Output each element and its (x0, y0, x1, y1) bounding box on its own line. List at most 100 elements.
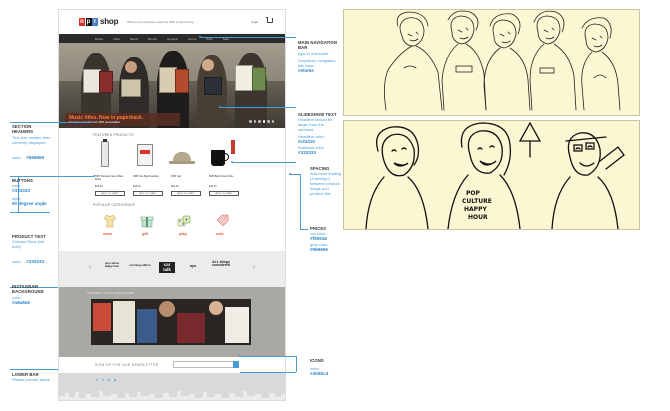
annotation-value: #a8a8a6 (12, 299, 30, 305)
slideshow-dot[interactable] (253, 120, 256, 123)
show-logo-npr[interactable]: npr (185, 264, 201, 268)
category-wear-label[interactable]: wear (103, 231, 112, 236)
annotation-prices: PRICES red color: #f90618 gray color: #9… (310, 226, 342, 253)
category-play-label[interactable]: play (179, 231, 187, 236)
product-price: $16.00 (133, 185, 141, 188)
category-gift-label[interactable]: gift (142, 231, 148, 236)
annotation-desc: Add more leading (Tracking?) between pro… (310, 171, 342, 197)
carousel-prev-icon[interactable]: ‹ (89, 265, 91, 271)
callout-line-icons-2 (240, 372, 296, 373)
callout-line-prices-top (290, 174, 300, 175)
annotation-desc: Dropdown navigation bar color: (298, 57, 336, 68)
category-play-icon[interactable] (177, 214, 191, 228)
product-price: $18.00 (95, 185, 103, 188)
slideshow-dot[interactable] (267, 120, 270, 123)
product-title[interactable]: NPR Tote Bag Reusable (133, 175, 167, 179)
callout-line-buttons (10, 176, 94, 177)
callout-line-section-headers (10, 122, 90, 123)
sketch-shirt-text: HAPPY (464, 206, 487, 213)
show-logo-all-things-considered[interactable]: ALL things considered (209, 260, 233, 268)
newsletter-signup: SIGN UP FOR OUR NEWSLETTER (59, 357, 285, 373)
city-skyline-illustration (59, 391, 285, 400)
annotation-desc: type in overscale (298, 50, 329, 56)
slideshow-dot[interactable] (271, 120, 274, 123)
show-logo-car-talk[interactable]: car talk (159, 262, 175, 273)
slideshow-dot-active[interactable] (262, 120, 265, 123)
sketch-shirt-text: POP (466, 190, 480, 197)
product-title[interactable]: NPR Cap (171, 175, 205, 179)
category-gift-icon[interactable] (140, 214, 154, 228)
callout-line-spacing (232, 162, 296, 163)
hero-slideshow[interactable]: Music titles. Now in paperback. Save fiv… (59, 43, 285, 128)
add-to-cart-button[interactable]: ADD TO CART (171, 191, 201, 196)
annotation-value: 90 degree angle (12, 200, 47, 206)
instagram-photo (177, 313, 205, 343)
annotation-title: SECTION HEADERS (12, 124, 34, 135)
callout-line-nav (200, 37, 296, 38)
hero-book (204, 77, 222, 95)
login-link[interactable]: Login (251, 20, 258, 24)
product-image-tote[interactable] (137, 144, 153, 166)
newsletter-submit-button[interactable] (233, 361, 239, 368)
annotation-value: #969696 (310, 246, 328, 252)
callout-line-product-text (10, 212, 50, 213)
instagram-photo (209, 301, 223, 315)
category-sale-label[interactable]: sale (216, 231, 224, 236)
npr-shop-logo[interactable]: n p r shop (79, 17, 119, 26)
annotation-icons: ICONS color: #4b9bc4 (310, 358, 340, 377)
annotation-value: #333333 (298, 149, 316, 155)
slideshow-dot[interactable] (249, 120, 252, 123)
carousel-next-icon[interactable]: › (253, 265, 255, 271)
add-to-cart-button[interactable]: ADD TO CART (209, 191, 239, 196)
twitter-icon[interactable]: t (101, 378, 105, 382)
sketch-panel-bottom: POP CULTURE HAPPY HOUR (343, 120, 640, 230)
show-logo-morning-edition[interactable]: morning edition (129, 264, 151, 267)
annotation-spacing: SPACING Add more leading (Tracking?) bet… (310, 166, 342, 196)
slideshow-dot[interactable] (258, 120, 261, 123)
site-header: n p r shop Where your purchase supports … (59, 10, 285, 34)
add-to-cart-button[interactable]: ADD TO CART (133, 191, 163, 196)
website-mockup: n p r shop Where your purchase supports … (58, 9, 286, 401)
popular-categories-heading: POPULAR CATEGORIES (93, 203, 136, 207)
callout-vline-icons (296, 356, 297, 372)
annotation-value: #333333 (12, 188, 30, 194)
nav-item-apparel[interactable]: Apparel (167, 37, 178, 41)
slideshow-headline: Music titles. Now in paperback. (69, 114, 144, 121)
hero-book (175, 69, 189, 93)
facebook-icon[interactable]: f (95, 378, 99, 382)
callout-line-slideshow (220, 107, 296, 108)
cart-icon[interactable] (266, 17, 273, 23)
product-image-mug[interactable] (211, 150, 225, 166)
pinterest-icon[interactable]: p (113, 378, 117, 382)
nav-item-home[interactable]: Home (188, 37, 196, 41)
bottle-cap (103, 139, 107, 142)
annotation-slideshow-text: SLIDESHOW TEXT Headline should be larger… (298, 112, 340, 156)
add-to-cart-button[interactable]: ADD TO CART (95, 191, 125, 196)
npr-shows-carousel: ‹ › pop culture happy hour morning editi… (59, 251, 285, 287)
product-title[interactable]: NPR Black Mug Coffee (209, 175, 243, 179)
people-sketch-illustration (384, 10, 621, 111)
annotation-title: INSTAGRAM BACKGROUND (12, 284, 44, 295)
category-sale-icon[interactable] (215, 214, 229, 228)
product-image-bottle[interactable] (101, 141, 109, 167)
youtube-icon[interactable]: y (107, 378, 111, 382)
product-title[interactable]: NPR Stainless Steel Water Bottle (95, 175, 129, 182)
annotation-desc: Please provide specs (12, 377, 51, 383)
sketch-shirt-text: HOUR (468, 214, 488, 221)
annotation-label: color: (12, 259, 22, 265)
nav-item-music[interactable]: Music (130, 37, 138, 41)
hero-book (99, 71, 113, 93)
nav-item-books[interactable]: Books (148, 37, 157, 41)
nav-item-gifts[interactable]: Gifts (113, 37, 120, 41)
newsletter-email-input[interactable] (173, 361, 235, 368)
category-wear-icon[interactable] (103, 214, 117, 228)
show-logo-pop-culture[interactable]: pop culture happy hour (103, 262, 121, 268)
product-price: $15.00 (209, 185, 217, 188)
newsletter-label: SIGN UP FOR OUR NEWSLETTER (95, 363, 159, 367)
nav-item-radio[interactable]: Radio (95, 37, 103, 41)
instagram-photo (137, 309, 157, 343)
instagram-photo (93, 303, 111, 331)
annotation-section-headers: SECTION HEADERS Text size smaller than c… (12, 124, 52, 165)
hero-book (121, 79, 141, 97)
annotation-title: MAIN NAVIGATION BAR (298, 40, 338, 51)
